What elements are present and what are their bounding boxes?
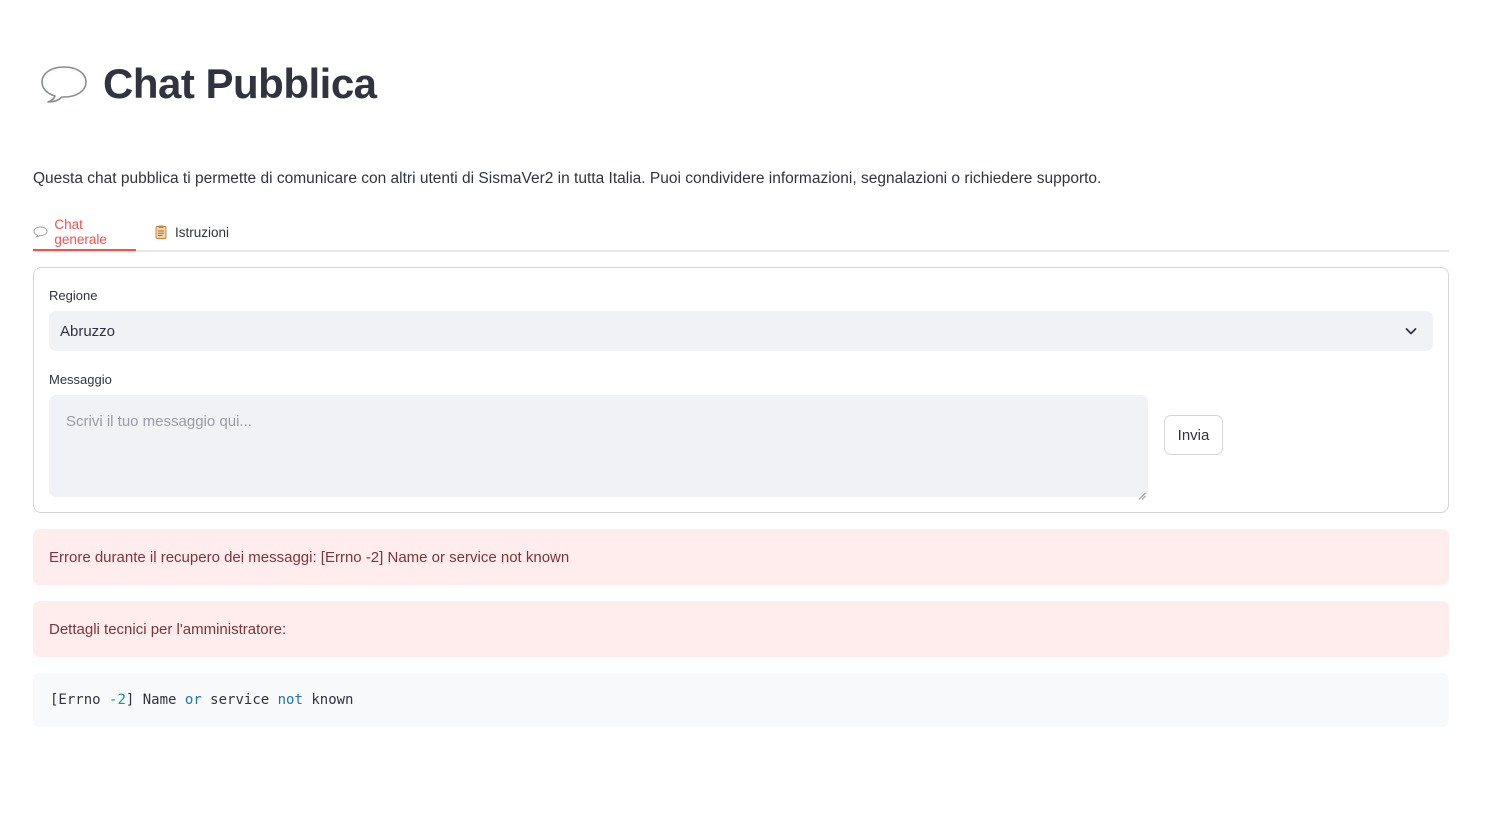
chevron-down-icon (1403, 323, 1419, 339)
page-title: Chat Pubblica (103, 60, 377, 107)
tab-istruzioni[interactable]: Istruzioni (153, 214, 229, 250)
message-label: Messaggio (49, 372, 112, 387)
code-token: known (302, 692, 354, 708)
code-token: ] Name (125, 692, 185, 708)
tab-label: Chat generale (54, 216, 107, 247)
region-selected-value: Abruzzo (60, 322, 116, 340)
region-label: Regione (49, 288, 98, 303)
speech-balloon-icon (33, 225, 48, 239)
clipboard-icon (153, 225, 169, 239)
speech-balloon-icon (38, 62, 90, 106)
error-code-block: [Errno -2] Name or service not known (33, 673, 1449, 727)
tab-label: Istruzioni (175, 224, 230, 240)
code-token: service (201, 692, 278, 708)
error-alert: Errore durante il recupero dei messaggi:… (33, 529, 1449, 585)
resize-handle-icon[interactable] (1138, 487, 1146, 500)
code-token-keyword: or (184, 692, 202, 708)
tab-bar: Chat generale Istruzioni (33, 214, 1449, 252)
intro-text: Questa chat pubblica ti permette di comu… (33, 170, 1102, 187)
message-input[interactable] (49, 395, 1148, 497)
send-button[interactable]: Invia (1164, 415, 1223, 455)
region-select[interactable]: Abruzzo (49, 311, 1433, 351)
tech-details-alert: Dettagli tecnici per l'amministratore: (33, 601, 1449, 657)
page-header: Chat Pubblica (38, 56, 377, 112)
page: Chat Pubblica Questa chat pubblica ti pe… (0, 0, 1491, 819)
message-form: Regione Abruzzo Messaggio Invia (33, 267, 1449, 513)
code-token-number: -2 (109, 692, 126, 708)
code-token-keyword: not (277, 692, 303, 708)
tab-chat-generale[interactable]: Chat generale (33, 214, 136, 251)
code-token: [Errno (50, 692, 110, 708)
